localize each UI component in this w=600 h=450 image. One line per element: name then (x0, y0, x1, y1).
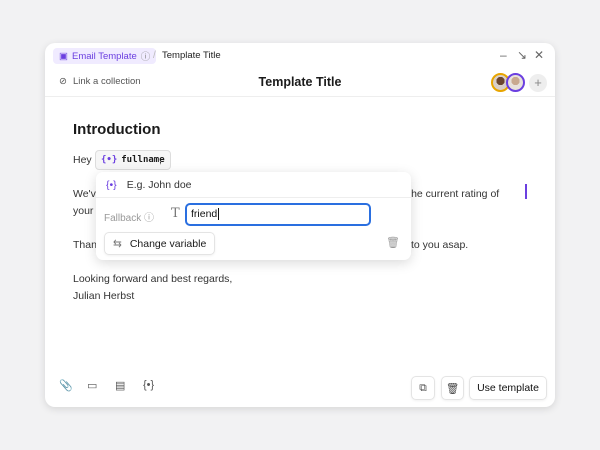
info-icon: ⓘ (140, 52, 151, 63)
breadcrumb-separator: / (153, 50, 156, 61)
greeting-text: Hey (73, 154, 92, 166)
template-window: ▣ Email Template ⓘ / Template Title – ↘ … (45, 43, 555, 407)
body-text: to you asap. (411, 239, 469, 251)
avatar[interactable] (506, 73, 525, 92)
save-icon[interactable]: ▭ (87, 379, 97, 392)
fallback-label: Fallback ⓘ (104, 213, 155, 224)
heading: Introduction (73, 121, 161, 138)
info-icon: ⓘ (144, 213, 155, 224)
closing-text: Looking forward and best regards, (73, 273, 233, 285)
breadcrumb-email-template[interactable]: ▣ Email Template ⓘ (53, 48, 157, 64)
text-type-icon: T (171, 206, 180, 221)
attachment-icon[interactable]: 📎 (59, 379, 73, 392)
body-text: We'v (73, 188, 96, 200)
page-title: Template Title (258, 75, 342, 89)
body-text: your (73, 205, 94, 217)
layout-icon[interactable]: ▤ (115, 379, 125, 392)
comma: , (159, 154, 162, 166)
signature-text: Julian Herbst (73, 290, 135, 302)
variable-icon: {•} (106, 179, 117, 191)
variable-icon[interactable]: {•} (143, 379, 154, 391)
trash-icon: 🗑 (445, 382, 460, 395)
divider (96, 197, 411, 198)
add-collaborator-button[interactable]: + (529, 74, 547, 92)
change-variable-button[interactable]: ⇆ Change variable (104, 232, 216, 255)
close-icon[interactable]: ✕ (534, 48, 544, 62)
delete-variable-icon[interactable]: 🗑 (386, 236, 400, 249)
use-template-button[interactable]: Use template (469, 376, 547, 400)
duplicate-button[interactable]: ⧉ (411, 376, 435, 400)
breadcrumb-current: Template Title (162, 50, 221, 61)
variable-example[interactable]: {•} E.g. John doe (106, 179, 192, 191)
duplicate-icon: ⧉ (419, 381, 427, 394)
swap-icon: ⇆ (113, 237, 122, 250)
body-text: Than (73, 239, 97, 251)
variable-popover: {•} E.g. John doe Fallback ⓘ T friend ⇆ … (96, 172, 411, 260)
variable-icon: {•} (101, 155, 118, 165)
fallback-input[interactable]: friend (185, 203, 371, 226)
minimize-icon[interactable]: – (500, 48, 507, 62)
template-icon: ▣ (59, 50, 68, 62)
divider (45, 96, 555, 97)
input-cursor (218, 208, 220, 220)
collapse-icon[interactable]: ↘ (517, 48, 527, 62)
text-cursor (525, 184, 527, 199)
delete-button[interactable]: 🗑 (441, 376, 464, 400)
